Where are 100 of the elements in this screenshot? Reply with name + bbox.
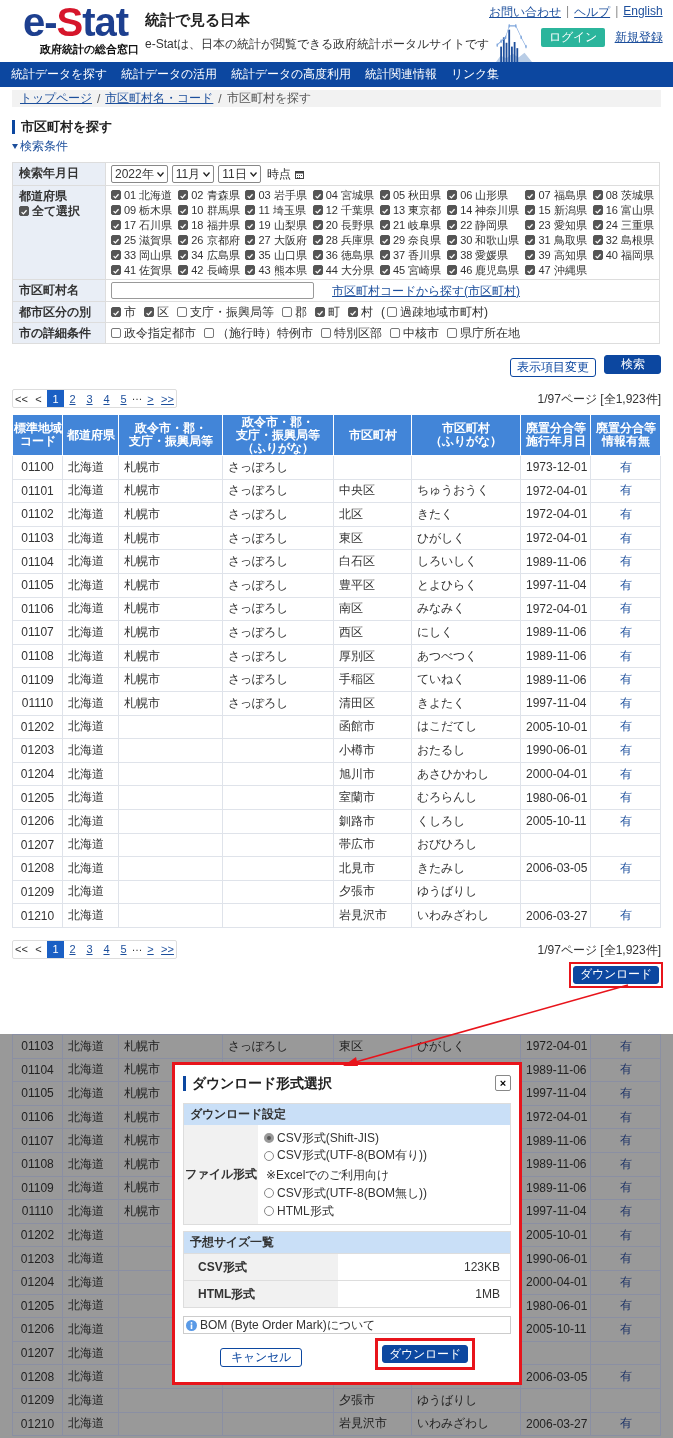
info-link[interactable]: 有 (619, 1227, 632, 1242)
info-link[interactable]: 有 (619, 648, 632, 663)
info-link[interactable]: 有 (619, 1109, 632, 1124)
close-button[interactable]: × (495, 1075, 511, 1091)
table-cell: 1973-12-01 (526, 460, 588, 475)
table-cell: さっぽろし (228, 554, 288, 569)
page-link[interactable]: 4 (98, 940, 115, 958)
info-link[interactable]: 有 (619, 1298, 632, 1313)
table-cell: 01208 (20, 1369, 55, 1384)
info-link[interactable]: 有 (619, 695, 632, 710)
date-select[interactable]: 2022年 (111, 165, 168, 183)
dialog-title: ダウンロード形式選択 (183, 1075, 332, 1091)
nav-item[interactable]: 統計データの活用 (114, 66, 224, 83)
table-cell: 01204 (20, 767, 55, 781)
info-link[interactable]: 有 (619, 742, 632, 757)
info-link[interactable]: 有 (619, 1369, 632, 1384)
table-cell: 01110 (21, 1204, 54, 1219)
register-link[interactable]: 新規登録 (614, 29, 663, 46)
header-link[interactable]: English (623, 4, 663, 21)
info-link[interactable]: 有 (619, 1062, 632, 1077)
column-header: 施行年月日 (524, 435, 587, 448)
table-cell: いわみざわし (417, 1416, 489, 1431)
download-button[interactable]: ダウンロード (573, 965, 659, 984)
table-cell: 01105 (21, 578, 54, 593)
date-select[interactable]: 11日 (218, 165, 261, 183)
checkbox-label: 特別区部 (334, 326, 382, 340)
info-link[interactable]: 有 (619, 813, 632, 828)
page-link[interactable]: 5 (115, 940, 132, 958)
page-link[interactable]: > (142, 940, 159, 958)
page-link[interactable]: 3 (81, 940, 98, 958)
info-link[interactable]: 有 (619, 554, 632, 569)
table-cell: 札幌市 (124, 648, 160, 663)
page-link[interactable]: 4 (98, 390, 115, 407)
checkbox-label: 46 鹿児島県 (460, 263, 520, 277)
link-separator: | (566, 4, 570, 20)
search-button[interactable]: 検索 (604, 355, 661, 374)
display-columns-button[interactable]: 表示項目変更 (510, 358, 596, 377)
page-link[interactable]: 2 (64, 940, 81, 958)
table-cell: 札幌市 (124, 1109, 160, 1124)
info-link[interactable]: 有 (619, 1416, 632, 1431)
info-link[interactable]: 有 (619, 672, 632, 687)
page-link: < (34, 391, 43, 407)
info-link[interactable]: 有 (619, 1251, 632, 1266)
checkbox-label: 郡 (295, 305, 307, 319)
page-link[interactable]: 3 (81, 390, 98, 407)
info-link[interactable]: 有 (619, 1038, 632, 1053)
header-link[interactable]: お問い合わせ (489, 4, 561, 21)
table-cell: 札幌市 (124, 1133, 160, 1148)
info-link[interactable]: 有 (619, 624, 632, 639)
info-link[interactable]: 有 (619, 1321, 632, 1336)
info-link[interactable]: 有 (619, 459, 632, 474)
page-link[interactable]: 1 (47, 390, 64, 407)
page-link[interactable]: > (142, 390, 159, 407)
breadcrumb-link[interactable]: トップページ (20, 90, 92, 107)
table-cell: きよたく (417, 695, 465, 710)
header-link[interactable]: ヘルプ (574, 4, 611, 21)
search-conditions-toggle[interactable]: 検索条件 (12, 138, 68, 155)
download-button[interactable]: ダウンロード (381, 1345, 468, 1363)
nav-item[interactable]: 統計データを探す (4, 66, 114, 83)
page-link[interactable]: >> (159, 940, 176, 958)
info-link[interactable]: 有 (619, 908, 632, 923)
info-link[interactable]: 有 (619, 507, 632, 521)
info-link[interactable]: 有 (619, 1133, 632, 1148)
checkbox-label: 過疎地域市町村) (400, 305, 488, 319)
page-link[interactable]: 2 (64, 390, 81, 407)
table-cell: さっぽろし (228, 577, 288, 592)
bom-info-link[interactable]: BOM (Byte Order Mark)について (200, 1316, 375, 1334)
page-link[interactable]: 5 (115, 390, 132, 407)
nav-item[interactable]: 統計データの高度利用 (224, 66, 358, 83)
info-link[interactable]: 有 (619, 719, 632, 734)
checkbox-label: 43 熊本県 (258, 263, 307, 277)
table-cell: 札幌市 (124, 1086, 160, 1100)
table-cell: 中央区 (339, 483, 375, 498)
info-link[interactable]: 有 (619, 1274, 632, 1289)
nav-item[interactable]: 統計関連情報 (358, 66, 444, 83)
info-link[interactable]: 有 (619, 601, 632, 616)
table-cell: 1980-06-01 (526, 790, 588, 805)
info-link[interactable]: 有 (619, 1203, 632, 1218)
table-cell: 01110 (21, 696, 54, 711)
info-link[interactable]: 有 (619, 1180, 632, 1195)
info-link[interactable]: 有 (619, 790, 632, 805)
checkbox-label: 42 長崎県 (191, 263, 240, 277)
checkbox-label: 25 滋賀県 (124, 233, 173, 247)
info-link[interactable]: 有 (619, 1086, 632, 1100)
info-link[interactable]: 有 (619, 766, 632, 781)
column-header: 市区町村 (441, 422, 491, 435)
breadcrumb-link[interactable]: 市区町村名・コード (105, 90, 214, 107)
info-link[interactable]: 有 (619, 483, 632, 498)
page-link[interactable]: >> (159, 390, 176, 407)
info-link[interactable]: 有 (619, 860, 632, 875)
date-select[interactable]: 11月 (171, 165, 215, 183)
info-link[interactable]: 有 (619, 1156, 632, 1171)
cancel-button[interactable]: キャンセル (219, 1347, 302, 1367)
checkbox-label: 12 千葉県 (325, 203, 374, 217)
nav-item[interactable]: リンク集 (444, 66, 506, 83)
info-link[interactable]: 有 (619, 530, 632, 545)
logo-subtitle: 政府統計の総合窓口 (40, 42, 139, 57)
info-link[interactable]: 有 (619, 577, 632, 592)
page-link[interactable]: 1 (47, 940, 64, 958)
table-cell: 清田区 (339, 695, 375, 710)
